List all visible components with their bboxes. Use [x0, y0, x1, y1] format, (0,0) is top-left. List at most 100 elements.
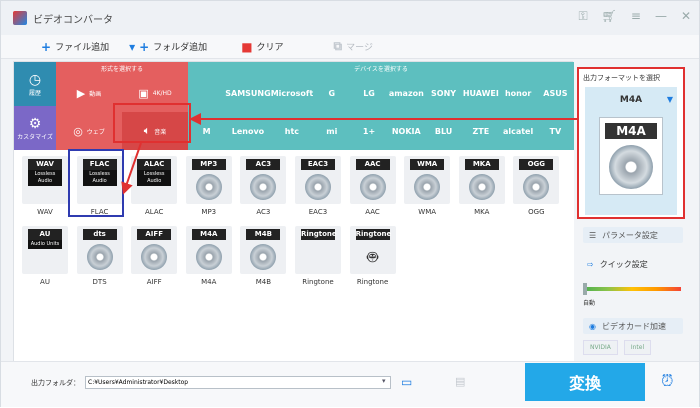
- device-brand-15[interactable]: NOKIA: [388, 112, 425, 150]
- format-item-wav[interactable]: WAV Lossless Audio WAV: [22, 156, 68, 216]
- history-tab[interactable]: ◷ 履歴: [14, 62, 56, 106]
- format-item-aac[interactable]: AAC AAC: [349, 156, 396, 216]
- dropdown-arrow-icon[interactable]: ▾: [129, 40, 135, 54]
- format-item-dts[interactable]: dts DTS: [76, 226, 123, 286]
- params-label: パラメータ設定: [602, 230, 658, 240]
- device-categories: デバイスを選択する SAMSUNG Microsoft G LG amazon SONY H…: [188, 62, 574, 150]
- device-brand-19[interactable]: TV: [537, 112, 574, 150]
- format-item-ogg[interactable]: OGG OGG: [513, 156, 560, 216]
- device-brand-16[interactable]: BLU: [425, 112, 462, 150]
- device-brand-13[interactable]: mi: [313, 112, 350, 150]
- format-icon[interactable]: ALAC Lossless Audio: [131, 156, 178, 204]
- merge-button[interactable]: ⧉ マージ: [334, 39, 373, 54]
- format-tag: ALAC: [137, 159, 172, 170]
- format-item-aiff[interactable]: AIFF AIFF: [131, 226, 178, 286]
- format-item-m4a[interactable]: M4A M4A: [185, 226, 232, 286]
- device-brand-3[interactable]: G: [313, 74, 350, 112]
- output-format-box: 出力フォーマットを選択 M4A ▼ M4A: [577, 67, 685, 219]
- format-icon[interactable]: WAV Lossless Audio: [22, 156, 68, 204]
- merge-toggle-icon[interactable]: ▤: [455, 375, 465, 388]
- device-brand-5[interactable]: amazon: [388, 74, 425, 112]
- add-folder-button[interactable]: ▾ + フォルダ追加: [129, 40, 207, 54]
- merge-icon: ⧉: [333, 39, 343, 53]
- format-item-mka[interactable]: MKA MKA: [458, 156, 505, 216]
- format-item-ringtone[interactable]: Ringtone Ringtone: [294, 226, 341, 286]
- device-brand-17[interactable]: ZTE: [462, 112, 499, 150]
- format-label: AC3: [256, 208, 271, 216]
- alarm-clock-icon[interactable]: ⏰︎: [661, 371, 673, 391]
- format-icon[interactable]: AAC: [349, 156, 396, 204]
- format-label: WAV: [37, 208, 53, 216]
- format-icon[interactable]: M4A: [185, 226, 232, 274]
- device-brand-12[interactable]: htc: [271, 112, 313, 150]
- device-brand-14[interactable]: 1+: [350, 112, 387, 150]
- quality-slider[interactable]: [583, 287, 681, 291]
- format-icon[interactable]: AIFF: [131, 226, 178, 274]
- disc-icon: [414, 174, 441, 200]
- device-brand-9[interactable]: ASUS: [537, 74, 574, 112]
- android-icon: 🤖︎: [367, 247, 378, 268]
- device-brand-2[interactable]: Microsoft: [271, 74, 313, 112]
- format-icon[interactable]: OGG: [513, 156, 560, 204]
- format-icon[interactable]: EAC3: [294, 156, 341, 204]
- disc-icon: [304, 174, 331, 200]
- format-icon[interactable]: MP3: [185, 156, 232, 204]
- slider-knob[interactable]: [583, 283, 587, 295]
- clear-button[interactable]: ■ クリア: [241, 40, 283, 54]
- output-icon-tag: M4A: [605, 123, 657, 139]
- format-icon[interactable]: AU Audio Units: [22, 226, 68, 274]
- device-brand-4[interactable]: LG: [350, 74, 387, 112]
- convert-button[interactable]: 変換: [525, 363, 645, 401]
- format-icon[interactable]: AC3: [240, 156, 287, 204]
- minimize-icon[interactable]: —: [655, 9, 667, 24]
- format-icon[interactable]: WMA: [404, 156, 451, 204]
- device-brand-1[interactable]: SAMSUNG: [225, 74, 270, 112]
- title-bar: ビデオコンバータ ⚿ 🛒︎ ≡ — ✕: [1, 1, 699, 35]
- key-icon[interactable]: ⚿: [579, 9, 588, 24]
- folder-icon[interactable]: ▭: [401, 375, 412, 389]
- customize-tab[interactable]: ⚙ カスタマイズ: [14, 106, 56, 150]
- output-format-selector[interactable]: M4A ▼ M4A: [585, 87, 677, 215]
- cart-icon[interactable]: 🛒︎: [602, 9, 617, 24]
- path-dropdown-icon[interactable]: ▾: [382, 377, 386, 385]
- format-icon[interactable]: Ringtone: [294, 226, 341, 274]
- format-sub: Lossless Audio: [137, 170, 172, 186]
- format-icon[interactable]: Ringtone 🤖︎: [349, 226, 396, 274]
- format-head: 形式を選択する: [100, 65, 143, 73]
- device-brand-0[interactable]: [188, 74, 225, 112]
- format-item-au[interactable]: AU Audio Units AU: [22, 226, 68, 286]
- close-icon[interactable]: ✕: [681, 9, 691, 24]
- format-item-alac[interactable]: ALAC Lossless Audio ALAC: [131, 156, 178, 216]
- quick-settings: ⇨ クイック設定: [587, 259, 648, 270]
- device-brand-10[interactable]: M: [188, 112, 225, 150]
- app-logo-icon: [13, 11, 27, 25]
- add-file-label: ファイル追加: [55, 43, 110, 53]
- format-item-mp3[interactable]: MP3 MP3: [185, 156, 232, 216]
- device-brand-11[interactable]: Lenovo: [225, 112, 270, 150]
- format-icon[interactable]: dts: [76, 226, 123, 274]
- format-tag: WAV: [28, 159, 62, 170]
- device-brand-18[interactable]: alcatel: [499, 112, 536, 150]
- format-icon[interactable]: MKA: [458, 156, 505, 204]
- output-format-name: M4A: [619, 95, 643, 105]
- format-item-ac3[interactable]: AC3 AC3: [240, 156, 287, 216]
- gpu-acceleration-button[interactable]: ◉ ビデオカード加速: [583, 318, 683, 334]
- format-label: M4A: [201, 278, 217, 286]
- format-item-eac3[interactable]: EAC3 EAC3: [294, 156, 341, 216]
- add-file-button[interactable]: + ファイル追加: [41, 40, 109, 54]
- format-item-ringtone[interactable]: Ringtone 🤖︎ Ringtone: [349, 226, 396, 286]
- format-item-m4b[interactable]: M4B M4B: [240, 226, 287, 286]
- sliders-icon: ☰: [589, 230, 597, 240]
- device-brand-7[interactable]: HUAWEI: [462, 74, 499, 112]
- dropdown-arrow-icon[interactable]: ▼: [667, 95, 673, 104]
- device-brand-8[interactable]: honor: [499, 74, 536, 112]
- app-window: ビデオコンバータ ⚿ 🛒︎ ≡ — ✕ + ファイル追加 ▾ + フォルダ追加 ■ クリ…: [0, 0, 700, 407]
- format-item-wma[interactable]: WMA WMA: [404, 156, 451, 216]
- format-tag: M4B: [246, 229, 281, 240]
- menu-icon[interactable]: ≡: [631, 9, 641, 24]
- output-folder-input[interactable]: [85, 376, 391, 389]
- format-icon[interactable]: M4B: [240, 226, 287, 274]
- parameter-settings-button[interactable]: ☰ パラメータ設定: [583, 227, 683, 243]
- device-brand-6[interactable]: SONY: [425, 74, 462, 112]
- format-tag: MP3: [191, 159, 226, 170]
